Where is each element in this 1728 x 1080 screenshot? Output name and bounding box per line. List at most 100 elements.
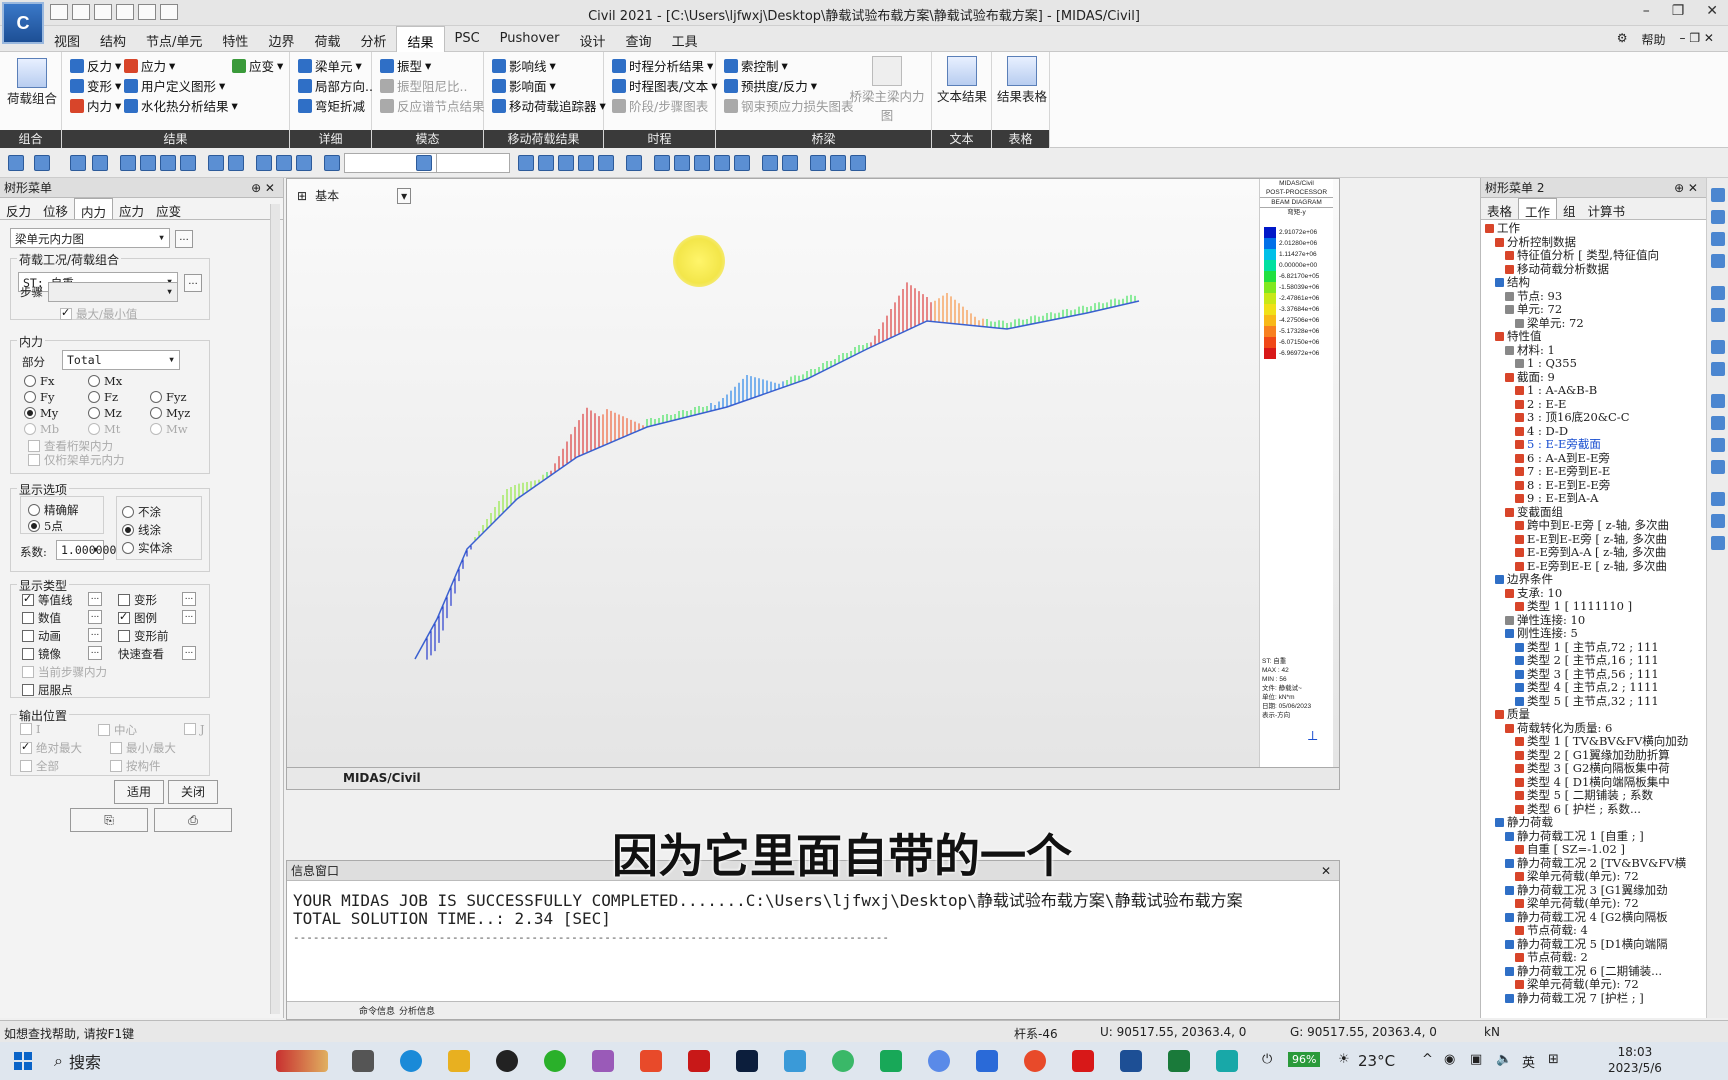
load-combination-button[interactable]: 荷载组合 xyxy=(6,58,58,107)
close-button[interactable]: 关闭 xyxy=(168,780,218,804)
unit-select[interactable]: kN xyxy=(1484,1025,1500,1039)
force-button[interactable]: 内力 ▾ xyxy=(70,96,121,115)
app-icon-blue[interactable] xyxy=(784,1050,806,1072)
activate-icon[interactable] xyxy=(208,155,224,171)
redo-icon[interactable] xyxy=(34,155,50,171)
element-icon[interactable] xyxy=(276,155,292,171)
tab-works[interactable]: 工作 xyxy=(1518,198,1558,220)
tab-strain[interactable]: 应变 xyxy=(150,198,187,219)
tree-item[interactable]: 类型 2 [ 主节点,16 ; 111 xyxy=(1485,654,1690,668)
tree-item[interactable]: 边界条件 xyxy=(1485,573,1690,587)
clock[interactable]: 18:03 2023/5/6 xyxy=(1608,1044,1662,1076)
undeformed-option[interactable]: 变形前 xyxy=(118,628,169,644)
time-history-graph-button[interactable]: 时程图表/文本 ▾ xyxy=(612,76,718,95)
part-select[interactable]: Total xyxy=(62,350,180,370)
tree-item[interactable]: 变截面组 xyxy=(1485,506,1690,520)
zoom-in-icon[interactable] xyxy=(1711,188,1725,202)
view-front-icon[interactable] xyxy=(518,155,534,171)
tree-item[interactable]: 2 : E-E xyxy=(1485,398,1690,412)
minimize-button[interactable]: – xyxy=(1643,3,1650,19)
deform-more-button[interactable]: ... xyxy=(182,592,196,606)
tab-reaction[interactable]: 反力 xyxy=(0,198,37,219)
snap-icon[interactable] xyxy=(296,155,312,171)
viewport-tab[interactable]: MIDAS/Civil xyxy=(343,771,421,785)
file-explorer-icon[interactable] xyxy=(448,1050,470,1072)
tree-item[interactable]: 类型 6 [ 护栏 ; 系数... xyxy=(1485,803,1690,817)
radio-fz[interactable]: Fz xyxy=(88,390,118,404)
image-app-icon[interactable] xyxy=(592,1050,614,1072)
tree-item[interactable]: 类型 5 [ 二期铺装 ; 系数 xyxy=(1485,789,1690,803)
legend-option[interactable]: 图例 xyxy=(118,610,157,626)
tray-chevron-icon[interactable]: ^ xyxy=(1422,1052,1433,1067)
app-logo[interactable]: C xyxy=(2,2,44,44)
tree-item[interactable]: 8 : E-E到E-E旁 xyxy=(1485,479,1690,493)
result-type-select[interactable]: 梁单元内力图 xyxy=(10,228,170,248)
label-element-icon[interactable] xyxy=(782,155,798,171)
influence-surface-button[interactable]: 影响面 ▾ xyxy=(492,76,556,95)
pan-icon[interactable] xyxy=(1711,232,1725,246)
tree-item[interactable]: 类型 4 [ 主节点,2 ; 1111 xyxy=(1485,681,1690,695)
close-button[interactable]: ✕ xyxy=(1706,3,1718,19)
factor-input[interactable]: 1.000000 xyxy=(56,540,116,560)
pos-member-option[interactable]: 按构件 xyxy=(110,758,161,774)
tree-item[interactable]: 静力荷载工况 7 [护栏 ; ] xyxy=(1485,992,1690,1006)
tree-item[interactable]: 1 : Q355 xyxy=(1485,357,1690,371)
tree-item[interactable]: 静力荷载工况 3 [G1翼缘加劲 xyxy=(1485,884,1690,898)
chrome-icon[interactable] xyxy=(1024,1050,1046,1072)
radio-exact[interactable]: 精确解 xyxy=(28,502,79,518)
tab-stress[interactable]: 应力 xyxy=(113,198,150,219)
tree-item[interactable]: 5 : E-E旁截面 xyxy=(1485,438,1690,452)
plug-icon[interactable]: ⏻ xyxy=(1262,1052,1272,1067)
pos-all-option[interactable]: 全部 xyxy=(20,758,59,774)
undo-icon[interactable] xyxy=(8,155,24,171)
tray-app-icon[interactable]: ▣ xyxy=(1470,1052,1482,1067)
apply-button[interactable]: 适用 xyxy=(114,780,164,804)
tree-item[interactable]: E-E旁到E-E [ z-轴, 多次曲 xyxy=(1485,560,1690,574)
pos-minmax-option[interactable]: 最小/最大 xyxy=(110,740,176,756)
tree-item[interactable]: 静力荷载工况 4 [G2横向隔板 xyxy=(1485,911,1690,925)
print-view-icon[interactable] xyxy=(1711,438,1725,452)
tree-item[interactable]: 梁单元荷载(单元): 72 xyxy=(1485,978,1690,992)
tree-item[interactable]: 移动荷载分析数据 xyxy=(1485,263,1690,277)
response-spectrum-button[interactable]: 反应谱节点结果 xyxy=(380,96,485,115)
print-icon[interactable]: ⎙ xyxy=(154,808,232,832)
tree-item[interactable]: 结构 xyxy=(1485,276,1690,290)
radio-fill-line[interactable]: 线涂 xyxy=(122,522,161,538)
person-icon[interactable] xyxy=(1711,492,1725,506)
tree-item[interactable]: 类型 3 [ G2横向隔板集中荷 xyxy=(1485,762,1690,776)
lock-icon[interactable] xyxy=(830,155,846,171)
tree-item[interactable]: 梁单元荷载(单元): 72 xyxy=(1485,870,1690,884)
tree-item[interactable]: 类型 3 [ 主节点,56 ; 111 xyxy=(1485,668,1690,682)
radio-mw[interactable]: Mw xyxy=(150,422,188,436)
excel-icon[interactable] xyxy=(1168,1050,1190,1072)
select-window-icon[interactable] xyxy=(92,155,108,171)
radio-fy[interactable]: Fy xyxy=(24,390,54,404)
tree-item[interactable]: 节点: 93 xyxy=(1485,290,1690,304)
feishu-icon[interactable] xyxy=(976,1050,998,1072)
truss-only-option[interactable]: 仅桁架单元内力 xyxy=(28,452,125,468)
tab-analysis-message[interactable]: 分析信息 xyxy=(399,1004,435,1017)
result-table-button[interactable]: 结果表格 xyxy=(994,56,1050,105)
radio-fx[interactable]: Fx xyxy=(24,374,54,388)
tree-item[interactable]: 截面: 9 xyxy=(1485,371,1690,385)
export-icon[interactable] xyxy=(1711,514,1725,528)
strain-button[interactable]: 应变 ▾ xyxy=(232,56,283,75)
tree-item[interactable]: 静力荷载 xyxy=(1485,816,1690,830)
keyboard-icon[interactable]: ⊞ xyxy=(1548,1052,1559,1067)
fit-icon[interactable] xyxy=(1711,254,1725,268)
radio-mb[interactable]: Mb xyxy=(24,422,59,436)
help-button[interactable]: 帮助 xyxy=(1642,31,1666,48)
reaction-button[interactable]: 反力 ▾ xyxy=(70,56,121,75)
camber-button[interactable]: 预拱度/反力 ▾ xyxy=(724,76,817,95)
radio-fyz[interactable]: Fyz xyxy=(150,390,187,404)
tree-item[interactable]: 特征值分析 [ 类型,特征值向 xyxy=(1485,249,1690,263)
tree-item[interactable]: 1 : A-A&B-B xyxy=(1485,384,1690,398)
tendon-loss-button[interactable]: 钢束预应力损失图表 xyxy=(724,96,854,115)
light-icon[interactable] xyxy=(1711,340,1725,354)
tree-item[interactable]: 7 : E-E旁到E-E xyxy=(1485,465,1690,479)
tree-item[interactable]: 类型 5 [ 主节点,32 ; 111 xyxy=(1485,695,1690,709)
battery-indicator[interactable]: 96% xyxy=(1288,1052,1321,1067)
mirror-option[interactable]: 镜像 xyxy=(22,646,61,662)
group-icon[interactable] xyxy=(810,155,826,171)
accordion-app-icon[interactable] xyxy=(276,1050,328,1072)
